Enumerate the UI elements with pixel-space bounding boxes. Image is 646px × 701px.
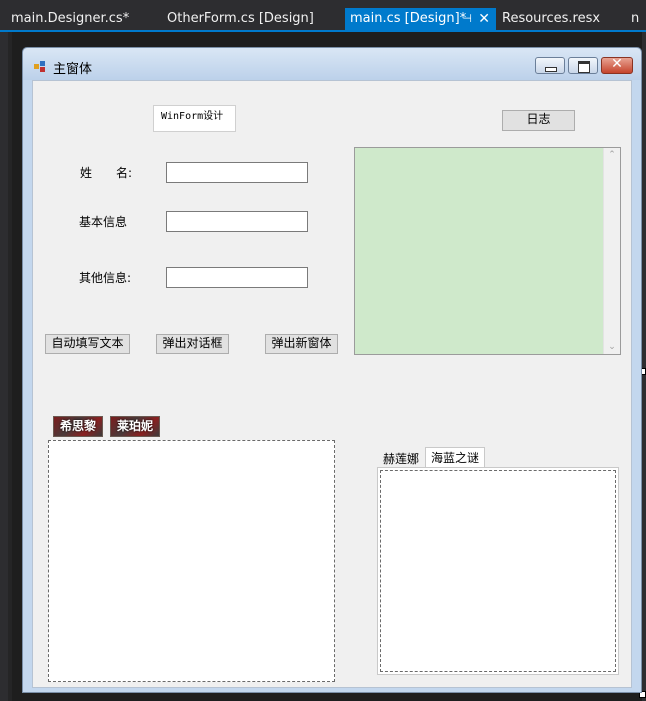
tab-overflow[interactable]: n — [631, 8, 646, 30]
tab-label: main.Designer.cs* — [11, 11, 130, 26]
tab-label: OtherForm.cs [Design] — [167, 11, 314, 26]
tab-label: main.cs [Design]* — [350, 11, 467, 26]
tab-page-panel — [377, 467, 619, 675]
basic-info-input[interactable] — [166, 211, 308, 232]
minimize-button[interactable] — [535, 57, 565, 74]
other-info-input[interactable] — [166, 267, 308, 288]
close-icon: ✕ — [611, 56, 623, 72]
groupbox-winform-design: WinForm设计 — [153, 105, 236, 132]
tab-label: Resources.resx — [502, 11, 601, 26]
maximize-icon — [578, 61, 590, 73]
maximize-button[interactable] — [568, 57, 598, 74]
tab-main-designer-cs[interactable]: main.Designer.cs* — [1, 8, 151, 30]
pin-icon[interactable]: ⊣ — [462, 8, 472, 30]
form-title: 主窗体 — [53, 62, 93, 77]
tab-resources-resx[interactable]: Resources.resx — [492, 8, 622, 30]
close-button[interactable]: ✕ — [601, 56, 633, 74]
tab-page-content — [380, 470, 616, 672]
image-tab-la-prairie[interactable]: 莱珀妮 — [110, 416, 160, 437]
open-new-window-button[interactable]: 弹出新窗体 — [265, 334, 338, 354]
image-tab-sisley[interactable]: 希思黎 — [53, 416, 103, 437]
other-info-label: 其他信息: — [79, 271, 132, 285]
name-input[interactable] — [166, 162, 308, 183]
show-dialog-button[interactable]: 弹出对话框 — [156, 334, 229, 354]
document-tab-strip: main.Designer.cs* OtherForm.cs [Design] … — [0, 0, 646, 32]
tab-label: n — [631, 11, 640, 26]
image-panel — [48, 440, 335, 682]
log-listbox[interactable]: ⌃ ⌄ — [354, 147, 621, 355]
form-titlebar[interactable]: 主窗体 ✕ — [23, 48, 641, 80]
minimize-icon — [545, 67, 557, 72]
name-label: 姓 名: — [80, 166, 133, 180]
form-app-icon — [34, 61, 46, 72]
scroll-up-icon[interactable]: ⌃ — [604, 150, 620, 160]
autofill-text-button[interactable]: 自动填写文本 — [45, 334, 130, 354]
basic-info-label: 基本信息 — [79, 215, 128, 229]
tab-otherform-design[interactable]: OtherForm.cs [Design] — [157, 8, 341, 30]
scroll-down-icon[interactable]: ⌄ — [604, 342, 620, 352]
log-button[interactable]: 日志 — [502, 110, 575, 131]
tab-main-design[interactable]: main.cs [Design]* ⊣ ✕ — [345, 8, 496, 30]
listbox-scrollbar[interactable]: ⌃ ⌄ — [603, 148, 620, 354]
close-icon[interactable]: ✕ — [478, 8, 490, 30]
